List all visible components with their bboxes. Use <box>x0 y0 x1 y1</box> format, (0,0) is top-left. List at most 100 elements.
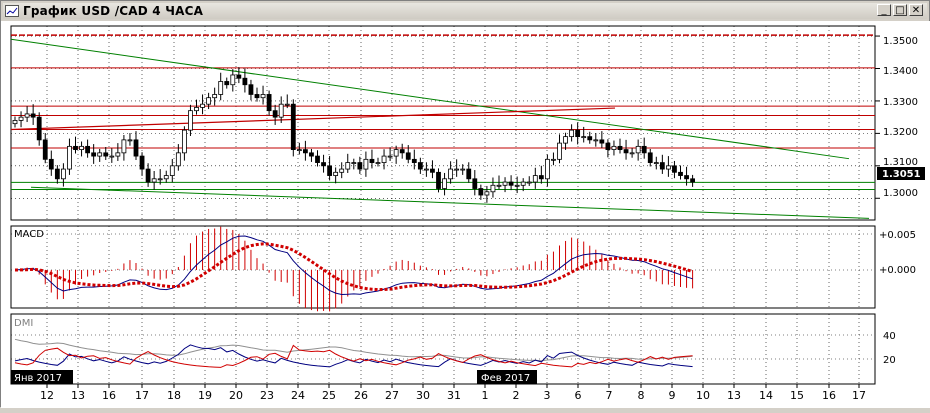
candle-body <box>647 152 653 163</box>
close-button[interactable]: ✕ <box>909 4 923 16</box>
chart-svg[interactable]: 1.3500 1.3400 1.3300 1.3200 1.3100 1.300… <box>1 21 930 408</box>
candle-body <box>672 165 677 173</box>
candle-body <box>67 145 72 170</box>
candle-body <box>30 113 36 118</box>
time-tick-label: 14 <box>759 389 773 402</box>
time-tick-label: 6 <box>575 389 582 402</box>
time-tick-label: 26 <box>354 389 368 402</box>
candle-body <box>393 149 399 157</box>
dmi-panel: DMI 40 20 <box>10 313 896 385</box>
candle-body <box>163 175 169 180</box>
candle-body <box>436 171 441 189</box>
candle-body <box>538 175 544 180</box>
candle-body <box>575 129 581 138</box>
candle-body <box>617 145 623 151</box>
time-tick-label: 16 <box>822 389 836 402</box>
candle-body <box>345 162 351 170</box>
chart-window-icon <box>5 5 19 17</box>
macd-tick-label: +0.000 <box>879 265 916 276</box>
candle-body <box>563 136 568 144</box>
candle-body <box>127 139 133 142</box>
candle-body <box>599 139 605 144</box>
candle-body <box>194 107 199 112</box>
candle-body <box>139 155 145 170</box>
candle-body <box>490 184 496 193</box>
price-tick-label: 1.3200 <box>883 127 918 138</box>
candle-body <box>478 188 484 196</box>
candle-body <box>248 84 254 95</box>
candle-body <box>296 149 302 152</box>
month-label-jan: Янв 2017 <box>14 373 62 384</box>
candle-body <box>532 175 538 183</box>
candle-body <box>405 152 411 160</box>
macd-title: MACD <box>14 229 44 240</box>
candle-body <box>145 168 151 183</box>
candle-body <box>351 162 357 164</box>
candle-body <box>224 81 230 86</box>
month-label-feb: Фев 2017 <box>481 373 530 384</box>
time-tick-label: 7 <box>606 389 613 402</box>
macd-tick-label: +0.005 <box>879 230 916 241</box>
candle-body <box>423 168 429 171</box>
time-tick-label: 1 <box>482 389 489 402</box>
time-tick-label: 17 <box>852 389 866 402</box>
candle-body <box>369 158 375 163</box>
candle-body <box>97 152 103 157</box>
time-tick-label: 23 <box>260 389 274 402</box>
candle-body <box>309 152 314 157</box>
time-tick-label: 13 <box>727 389 741 402</box>
candle-body <box>157 178 163 181</box>
candle-body <box>121 139 127 154</box>
candle-body <box>188 110 193 131</box>
time-tick-label: 30 <box>416 389 430 402</box>
time-tick-label: 24 <box>291 389 305 402</box>
time-axis: 12 13 16 17 18 19 20 23 24 25 26 27 30 31 1 2 3 6 7 8 9 10 13 1… <box>40 384 866 402</box>
candle-body <box>333 171 339 176</box>
candle-body <box>526 181 532 184</box>
candle-body <box>254 94 260 99</box>
time-tick-label: 19 <box>198 389 212 402</box>
candle-body <box>61 168 66 180</box>
minimize-button[interactable]: _ <box>877 4 891 16</box>
title-bar[interactable]: График USD /CAD 4 ЧАСА _ □ ✕ <box>3 3 927 19</box>
candle-body <box>42 139 48 160</box>
candle-body <box>545 158 550 180</box>
candle-body <box>514 184 520 187</box>
candle-body <box>587 136 593 141</box>
candle-body <box>218 81 224 95</box>
candle-body <box>417 162 423 170</box>
maximize-button[interactable]: □ <box>893 4 907 16</box>
candle-body <box>181 129 187 154</box>
window-title: График USD /CAD 4 ЧАСА <box>23 4 204 18</box>
price-tick-label: 1.3000 <box>883 188 918 199</box>
price-tick-label: 1.3500 <box>883 36 918 47</box>
candle-body <box>278 103 284 118</box>
chart-area[interactable]: 1.3500 1.3400 1.3300 1.3200 1.3100 1.300… <box>1 21 930 408</box>
candle-body <box>327 165 333 176</box>
candle-body <box>363 158 369 170</box>
candle-body <box>387 155 393 158</box>
candle-body <box>339 168 345 173</box>
price-panel: 1.3500 1.3400 1.3300 1.3200 1.3100 1.300… <box>10 25 925 221</box>
candle-body <box>448 168 454 180</box>
dmi-tick-label: 20 <box>883 355 896 366</box>
candle-body <box>678 171 683 176</box>
candle-body <box>302 149 308 154</box>
candle-body <box>460 168 466 171</box>
candle-body <box>109 155 115 158</box>
candle-body <box>635 145 641 154</box>
candle-body <box>641 145 647 154</box>
candle-body <box>690 178 695 183</box>
candle-body <box>659 162 665 170</box>
candle-body <box>85 145 90 154</box>
time-tick-label: 13 <box>71 389 85 402</box>
candle-body <box>79 145 84 151</box>
candle-body <box>496 184 502 187</box>
candle-body <box>151 178 157 183</box>
time-tick-label: 18 <box>167 389 181 402</box>
time-tick-label: 27 <box>385 389 399 402</box>
candle-body <box>236 74 242 79</box>
candle-body <box>230 74 236 86</box>
candle-body <box>551 158 556 161</box>
candle-body <box>623 149 629 154</box>
